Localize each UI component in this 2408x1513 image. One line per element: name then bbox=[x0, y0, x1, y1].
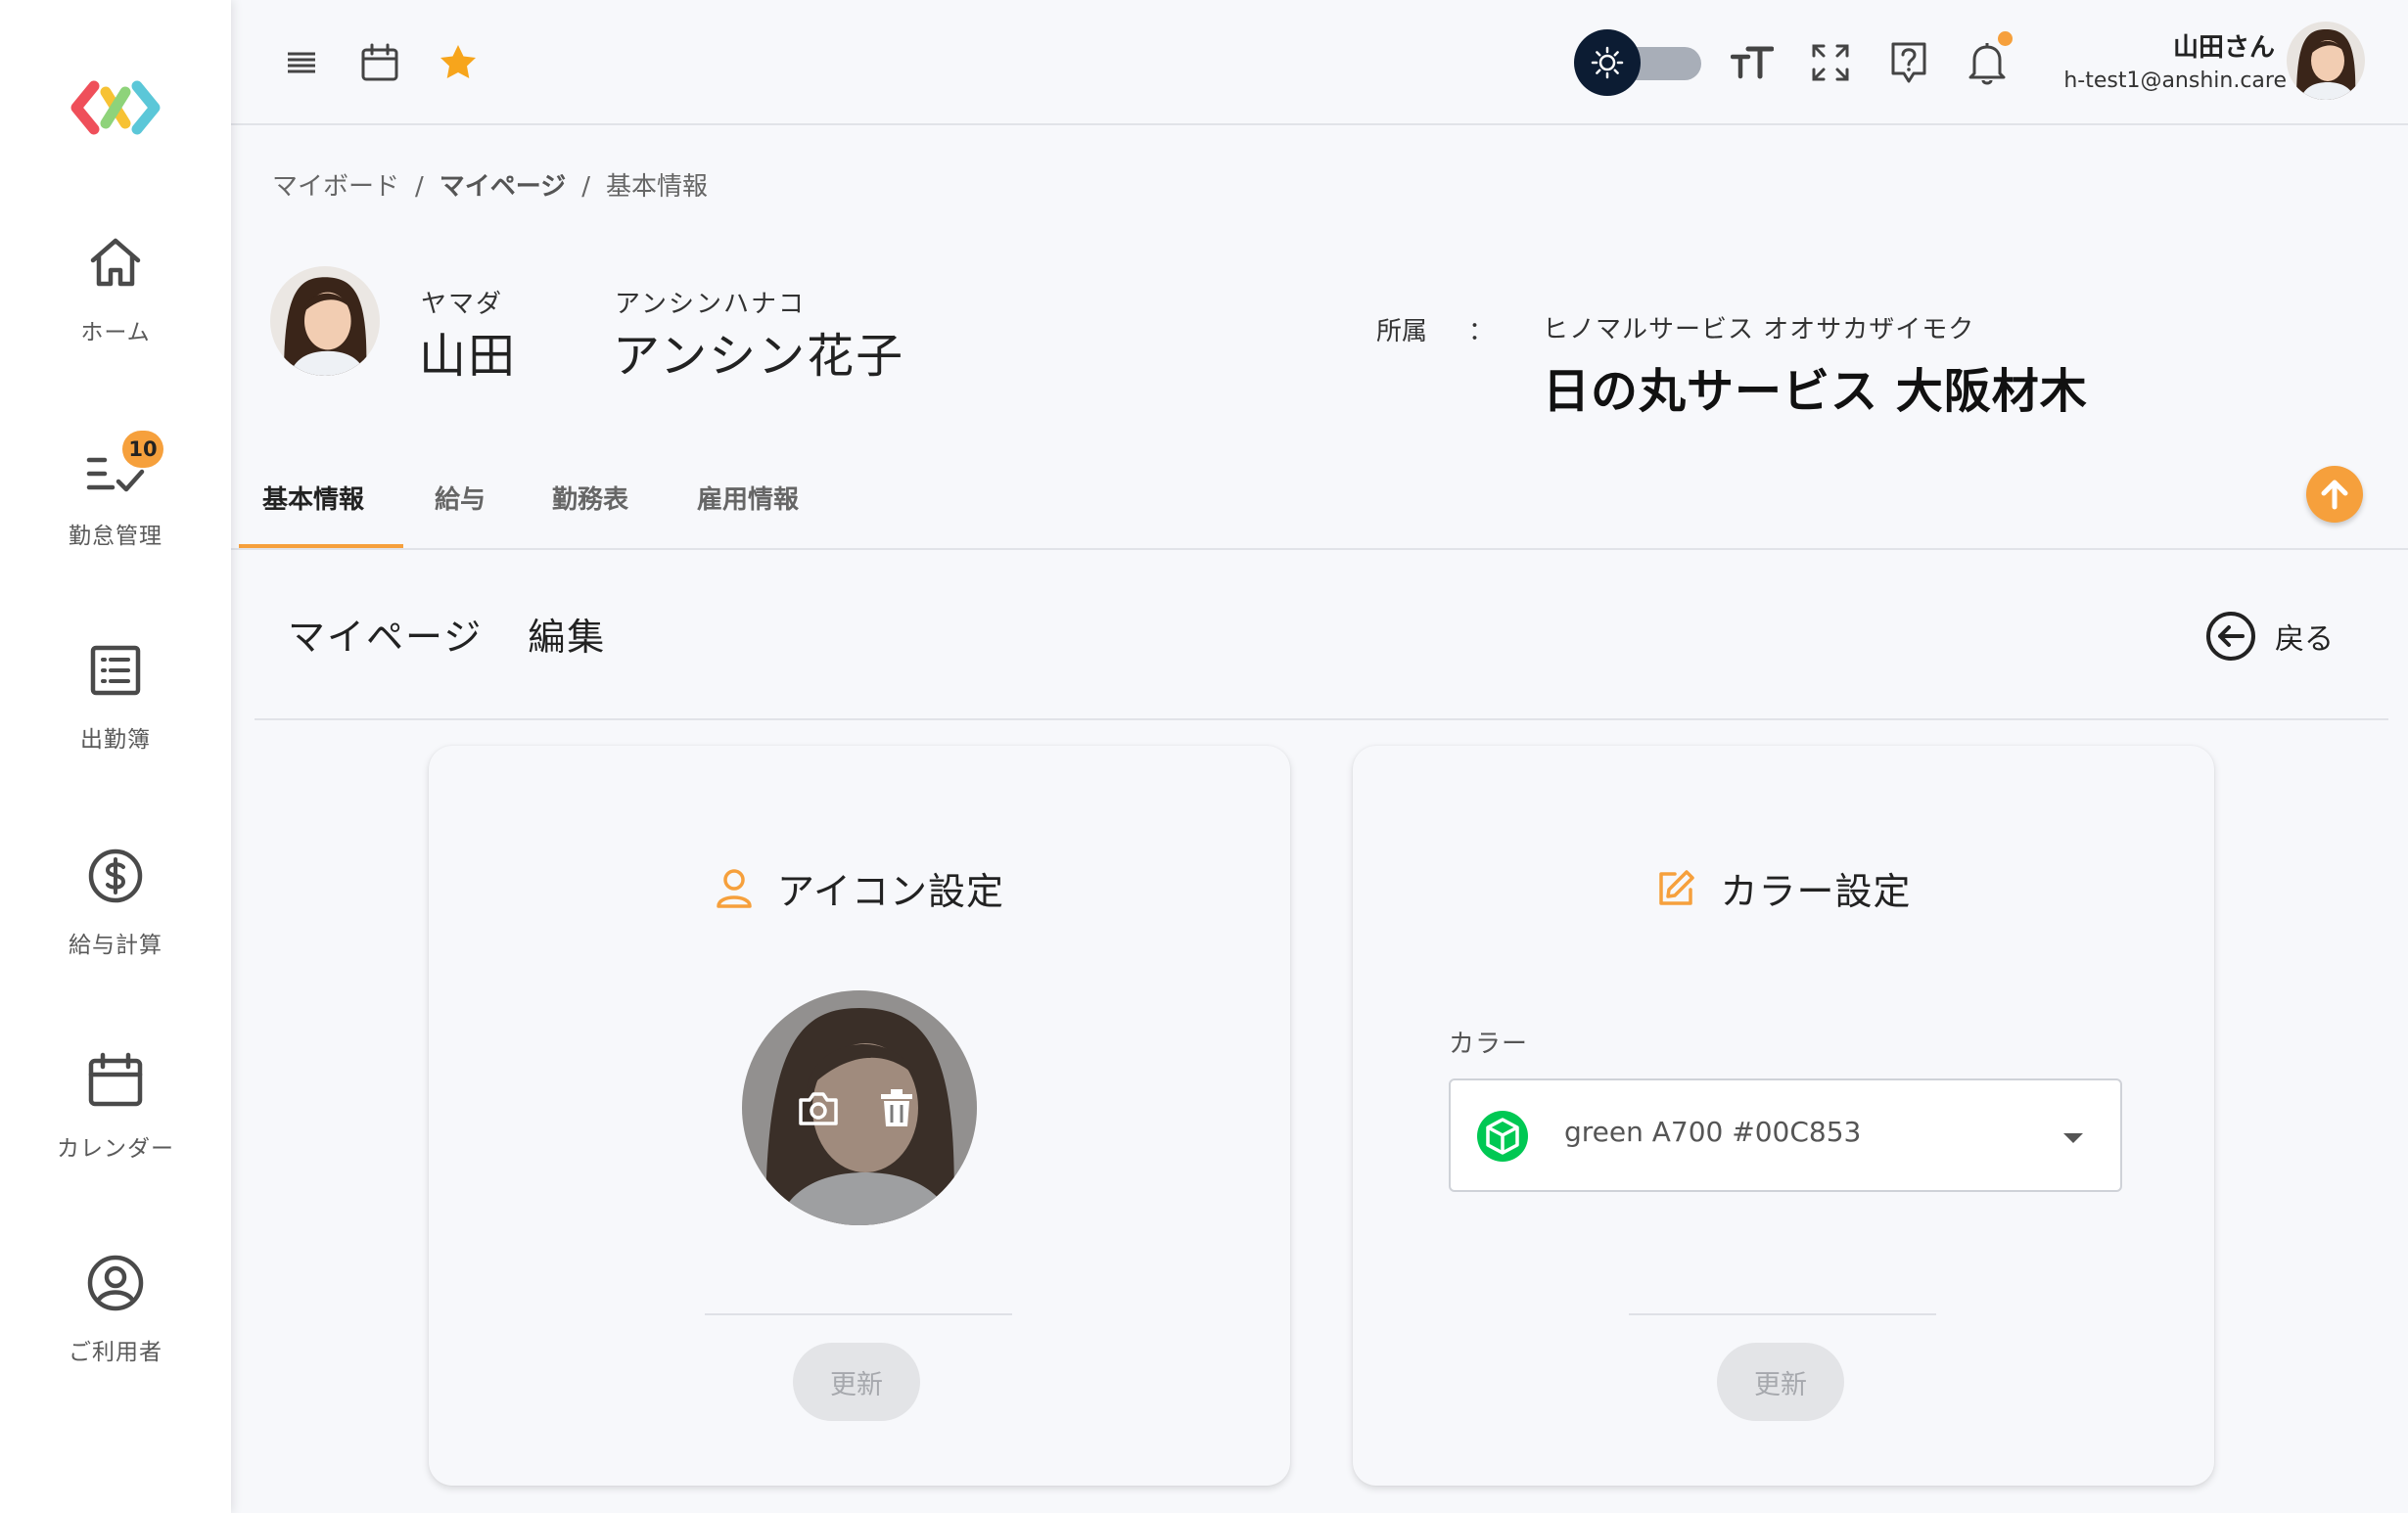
affiliation-kana: ヒノマルサービス オオサカザイモク bbox=[1543, 315, 1975, 344]
profile-avatar bbox=[270, 266, 380, 376]
breadcrumb-separator: / bbox=[415, 172, 424, 202]
calendar-icon bbox=[361, 43, 398, 81]
scroll-top-button[interactable] bbox=[2306, 466, 2363, 523]
list-icon bbox=[90, 645, 141, 696]
sidebar-item-label: 給与計算 bbox=[69, 933, 162, 958]
user-photo bbox=[742, 990, 977, 1225]
user-email: h-test1@anshin.care bbox=[2063, 69, 2287, 93]
menu-icon bbox=[288, 52, 315, 73]
section-divider bbox=[255, 718, 2388, 720]
top-bar: 山田さん h-test1@anshin.care bbox=[231, 0, 2408, 125]
breadcrumb: マイボード / マイページ / 基本情報 bbox=[272, 166, 708, 203]
sidebar-item-payroll[interactable]: 給与計算 bbox=[0, 844, 231, 990]
page-title-main: マイページ bbox=[288, 616, 484, 659]
app-logo[interactable] bbox=[69, 78, 162, 137]
tab-indicator bbox=[239, 544, 403, 548]
bell-icon bbox=[1968, 43, 2006, 85]
font-size-button[interactable] bbox=[1723, 33, 1782, 92]
sun-icon bbox=[1591, 46, 1624, 79]
calendar-icon bbox=[88, 1052, 143, 1107]
arrow-up-icon bbox=[2321, 480, 2348, 510]
icon-settings-card: アイコン設定 更新 bbox=[429, 746, 1290, 1486]
calendar-button[interactable] bbox=[350, 33, 409, 92]
card-header: カラー設定 bbox=[1353, 861, 2214, 915]
tab-bar: 基本情報 給与 勤務表 雇用情報 bbox=[231, 460, 2408, 550]
sidebar: ホーム 10 勤怠管理 出勤簿 給与計算 カレンダー ご利用者 bbox=[0, 0, 231, 1513]
tab-basic-info[interactable]: 基本情報 bbox=[262, 480, 364, 516]
sidebar-item-attendance-book[interactable]: 出勤簿 bbox=[0, 638, 231, 785]
sidebar-item-users[interactable]: ご利用者 bbox=[0, 1251, 231, 1398]
sidebar-item-label: 出勤簿 bbox=[80, 727, 151, 753]
icon-preview bbox=[742, 990, 977, 1225]
first-name: アンシン花子 bbox=[613, 329, 905, 384]
color-select-value: green A700 #00C853 bbox=[1564, 1116, 1862, 1148]
tab-salary[interactable]: 給与 bbox=[435, 480, 486, 516]
fullscreen-icon bbox=[1812, 44, 1849, 81]
trash-icon bbox=[881, 1089, 912, 1126]
last-name-kana: ヤマダ bbox=[421, 290, 504, 319]
card-header: アイコン設定 bbox=[429, 861, 1290, 915]
tab-timesheet[interactable]: 勤務表 bbox=[552, 480, 628, 516]
help-button[interactable] bbox=[1879, 33, 1938, 92]
page-title: マイページ 編集 bbox=[288, 607, 606, 661]
notifications-button[interactable] bbox=[1958, 31, 2016, 92]
toggle-knob bbox=[1574, 29, 1641, 96]
menu-button[interactable] bbox=[272, 33, 331, 92]
user-photo bbox=[2287, 22, 2365, 100]
page-title-sub: 編集 bbox=[528, 616, 607, 659]
sidebar-item-label: 勤怠管理 bbox=[69, 524, 162, 549]
theme-toggle[interactable] bbox=[1574, 29, 1707, 96]
chevron-down-icon bbox=[2063, 1133, 2083, 1143]
dollar-icon bbox=[88, 848, 143, 903]
user-circle-icon bbox=[87, 1255, 144, 1311]
affiliation-label: 所属 bbox=[1376, 317, 1428, 346]
breadcrumb-item-mypage[interactable]: マイページ bbox=[440, 172, 566, 202]
user-name: 山田さん bbox=[2172, 33, 2275, 63]
notification-dot bbox=[1998, 31, 2013, 46]
arrow-left-circle-icon bbox=[2206, 612, 2255, 661]
affiliation-name: 日の丸サービス 大阪材木 bbox=[1543, 364, 2088, 419]
color-field-label: カラー bbox=[1449, 1030, 1529, 1059]
delete-photo-button[interactable] bbox=[873, 1084, 920, 1131]
card-divider bbox=[1629, 1313, 1936, 1315]
notification-badge: 10 bbox=[122, 431, 163, 468]
color-select[interactable]: green A700 #00C853 bbox=[1449, 1078, 2122, 1192]
home-icon bbox=[90, 238, 141, 287]
help-icon bbox=[1891, 42, 1926, 83]
color-settings-card: カラー設定 カラー green A700 #00C853 更新 bbox=[1353, 746, 2214, 1486]
star-icon bbox=[440, 45, 476, 78]
avatar[interactable] bbox=[2287, 22, 2365, 100]
breadcrumb-item-current: 基本情報 bbox=[606, 172, 709, 202]
text-size-icon bbox=[1731, 46, 1774, 79]
sidebar-item-calendar[interactable]: カレンダー bbox=[0, 1047, 231, 1194]
breadcrumb-separator: / bbox=[581, 172, 591, 202]
affiliation-colon: ： bbox=[1468, 317, 1495, 346]
person-icon bbox=[717, 868, 752, 908]
breadcrumb-item-myboard[interactable]: マイボード bbox=[272, 172, 399, 202]
sidebar-item-label: ホーム bbox=[80, 320, 151, 345]
first-name-kana: アンシンハナコ bbox=[615, 290, 806, 319]
card-title: アイコン設定 bbox=[776, 870, 1005, 913]
update-icon-button[interactable]: 更新 bbox=[793, 1343, 920, 1421]
sidebar-item-label: ご利用者 bbox=[69, 1340, 162, 1365]
fullscreen-button[interactable] bbox=[1801, 33, 1860, 92]
task-check-icon: 10 bbox=[83, 431, 163, 499]
update-color-button[interactable]: 更新 bbox=[1717, 1343, 1844, 1421]
edit-icon bbox=[1659, 869, 1695, 905]
sidebar-item-home[interactable]: ホーム bbox=[0, 231, 231, 378]
user-photo bbox=[270, 266, 380, 376]
last-name: 山田 bbox=[419, 329, 518, 384]
camera-icon bbox=[799, 1092, 838, 1125]
card-divider bbox=[705, 1313, 1012, 1315]
sidebar-item-label: カレンダー bbox=[57, 1136, 174, 1162]
card-title: カラー設定 bbox=[1720, 870, 1912, 913]
tab-employment[interactable]: 雇用情報 bbox=[697, 480, 799, 516]
back-button[interactable]: 戻る bbox=[2204, 607, 2334, 665]
cube-icon bbox=[1477, 1111, 1528, 1162]
back-label: 戻る bbox=[2275, 622, 2334, 657]
upload-photo-button[interactable] bbox=[795, 1084, 842, 1131]
sidebar-item-attendance[interactable]: 10 勤怠管理 bbox=[0, 431, 231, 581]
favorites-button[interactable] bbox=[429, 33, 487, 92]
